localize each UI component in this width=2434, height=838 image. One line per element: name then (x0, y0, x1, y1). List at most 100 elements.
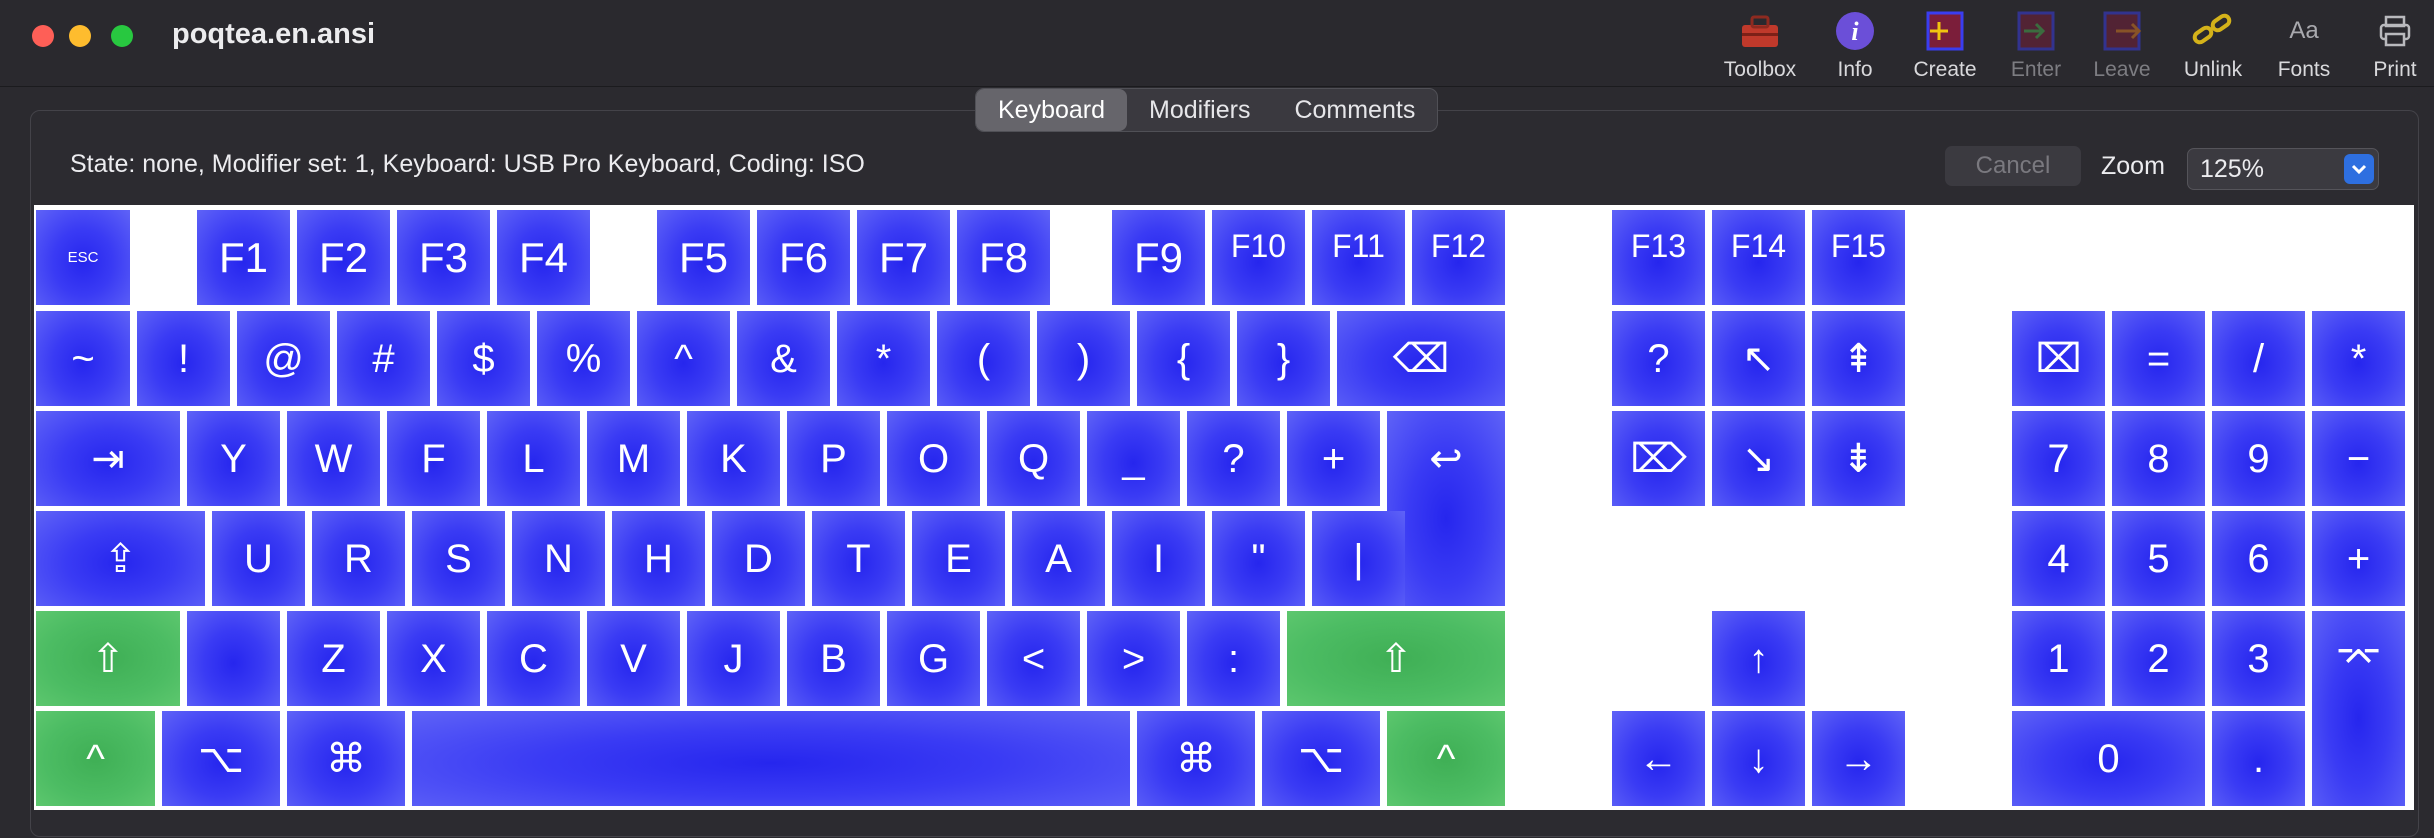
key-row1-1[interactable]: ! (137, 311, 230, 406)
key-row1-0[interactable]: ~ (36, 311, 130, 406)
key-row3-2[interactable]: R (312, 511, 405, 606)
key-row0-13[interactable]: F13 (1612, 210, 1705, 305)
key-row0-7[interactable]: F7 (857, 210, 950, 305)
zoom-select[interactable]: 125% (2187, 148, 2379, 190)
key-row3-6[interactable]: D (712, 511, 805, 606)
key-row1-11[interactable]: { (1137, 311, 1230, 406)
key-row2-19[interactable]: 9 (2212, 411, 2305, 506)
key-row5-6[interactable]: ^ (1387, 711, 1505, 806)
key-row0-0[interactable]: ESC (36, 210, 130, 305)
key-row1-13[interactable]: ⌫ (1337, 311, 1505, 406)
key-row0-15[interactable]: F15 (1812, 210, 1905, 305)
key-row4-9[interactable]: < (987, 611, 1080, 706)
toolbox-button[interactable]: Toolbox (1705, 6, 1815, 82)
key-row3-11[interactable]: " (1212, 511, 1305, 606)
key-row4-17[interactable]: ⌤ (2312, 611, 2405, 806)
key-row2-9[interactable]: Q (987, 411, 1080, 506)
key-row0-10[interactable]: F10 (1212, 210, 1305, 305)
key-row1-5[interactable]: % (537, 311, 630, 406)
key-row4-8[interactable]: G (887, 611, 980, 706)
key-row2-7[interactable]: P (787, 411, 880, 506)
key-row3-7[interactable]: T (812, 511, 905, 606)
key-row2-15[interactable]: ↘ (1712, 411, 1805, 506)
key-row2-5[interactable]: M (587, 411, 680, 506)
key-row3-10[interactable]: I (1112, 511, 1205, 606)
key-row5-9[interactable]: → (1812, 711, 1905, 806)
key-row2-4[interactable]: L (487, 411, 580, 506)
key-row3-16[interactable]: + (2312, 511, 2405, 606)
key-row5-2[interactable]: ⌘ (287, 711, 405, 806)
key-row3-0[interactable]: ⇪ (36, 511, 205, 606)
key-row2-1[interactable]: Y (187, 411, 280, 506)
key-row2-11[interactable]: ? (1187, 411, 1280, 506)
key-row5-7[interactable]: ← (1612, 711, 1705, 806)
key-row3-15[interactable]: 6 (2212, 511, 2305, 606)
key-row1-17[interactable]: ⌧ (2012, 311, 2105, 406)
key-row5-11[interactable]: . (2212, 711, 2305, 806)
key-row0-11[interactable]: F11 (1312, 210, 1405, 305)
key-row4-13[interactable]: ↑ (1712, 611, 1805, 706)
key-row1-16[interactable]: ⇞ (1812, 311, 1905, 406)
key-row4-15[interactable]: 2 (2112, 611, 2205, 706)
key-row4-2[interactable]: Z (287, 611, 380, 706)
zoom-window-button[interactable] (111, 25, 133, 47)
key-row4-5[interactable]: V (587, 611, 680, 706)
key-row1-12[interactable]: } (1237, 311, 1330, 406)
key-row4-4[interactable]: C (487, 611, 580, 706)
key-row4-16[interactable]: 3 (2212, 611, 2305, 706)
tab-keyboard[interactable]: Keyboard (976, 89, 1128, 131)
key-row1-4[interactable]: $ (437, 311, 530, 406)
key-row1-2[interactable]: @ (237, 311, 330, 406)
key-row4-14[interactable]: 1 (2012, 611, 2105, 706)
key-row2-6[interactable]: K (687, 411, 780, 506)
key-row3-1[interactable]: U (212, 511, 305, 606)
key-row1-18[interactable]: = (2112, 311, 2205, 406)
key-row2-3[interactable]: F (387, 411, 480, 506)
key-row2-16[interactable]: ⇟ (1812, 411, 1905, 506)
key-row3-4[interactable]: N (512, 511, 605, 606)
key-row2-17[interactable]: 7 (2012, 411, 2105, 506)
key-row0-1[interactable]: F1 (197, 210, 290, 305)
key-row5-8[interactable]: ↓ (1712, 711, 1805, 806)
key-row2-14[interactable]: ⌦ (1612, 411, 1705, 506)
key-row3-3[interactable]: S (412, 511, 505, 606)
key-row4-0[interactable]: ⇧ (36, 611, 180, 706)
minimize-window-button[interactable] (69, 25, 91, 47)
key-row3-9[interactable]: A (1012, 511, 1105, 606)
key-row1-19[interactable]: / (2212, 311, 2305, 406)
key-row4-12[interactable]: ⇧ (1287, 611, 1505, 706)
key-row1-7[interactable]: & (737, 311, 830, 406)
key-row3-12[interactable]: | (1312, 511, 1405, 606)
key-row4-11[interactable]: : (1187, 611, 1280, 706)
print-button[interactable]: Print (2350, 6, 2434, 82)
key-row5-10[interactable]: 0 (2012, 711, 2205, 806)
key-row1-10[interactable]: ) (1037, 311, 1130, 406)
key-row0-5[interactable]: F5 (657, 210, 750, 305)
key-row4-7[interactable]: B (787, 611, 880, 706)
close-window-button[interactable] (32, 25, 54, 47)
fonts-button[interactable]: Aa Fonts (2249, 6, 2359, 82)
key-row0-12[interactable]: F12 (1412, 210, 1505, 305)
key-row1-20[interactable]: * (2312, 311, 2405, 406)
key-row4-1[interactable] (187, 611, 280, 706)
key-row0-3[interactable]: F3 (397, 210, 490, 305)
key-row1-14[interactable]: ? (1612, 311, 1705, 406)
key-row2-0[interactable]: ⇥ (36, 411, 180, 506)
tab-comments[interactable]: Comments (1272, 89, 1437, 131)
key-row0-9[interactable]: F9 (1112, 210, 1205, 305)
key-row0-8[interactable]: F8 (957, 210, 1050, 305)
key-row5-1[interactable]: ⌥ (162, 711, 280, 806)
key-row1-9[interactable]: ( (937, 311, 1030, 406)
key-row2-2[interactable]: W (287, 411, 380, 506)
cancel-button[interactable]: Cancel (1945, 146, 2081, 186)
key-row2-12[interactable]: + (1287, 411, 1380, 506)
key-row4-10[interactable]: > (1087, 611, 1180, 706)
key-row3-8[interactable]: E (912, 511, 1005, 606)
key-row1-15[interactable]: ↖ (1712, 311, 1805, 406)
tab-modifiers[interactable]: Modifiers (1127, 89, 1272, 131)
key-row2-20[interactable]: − (2312, 411, 2405, 506)
key-row5-3[interactable] (412, 711, 1130, 806)
key-row2-18[interactable]: 8 (2112, 411, 2205, 506)
key-row3-13[interactable]: 4 (2012, 511, 2105, 606)
key-row5-0[interactable]: ^ (36, 711, 155, 806)
